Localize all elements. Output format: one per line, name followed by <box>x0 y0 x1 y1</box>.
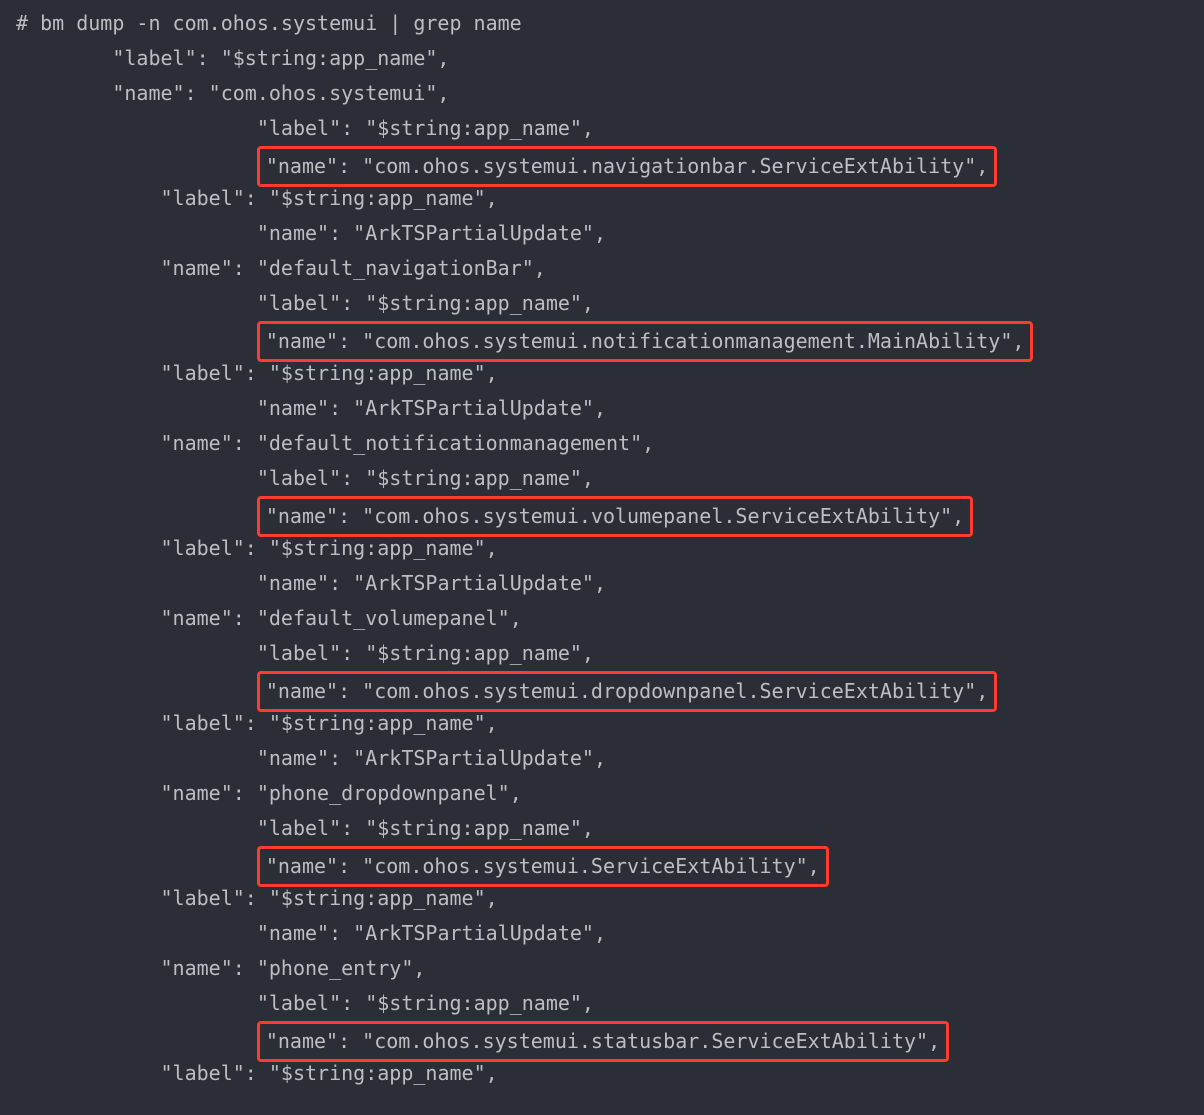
output-text: "label": "$string:app_name", <box>257 991 594 1015</box>
terminal-line: "name": "com.ohos.systemui.statusbar.Ser… <box>0 1021 1204 1056</box>
output-text: "name": "com.ohos.systemui", <box>112 81 449 105</box>
terminal-line: "name": "com.ohos.systemui.notificationm… <box>0 321 1204 356</box>
terminal-line: "name": "phone_dropdownpanel", <box>0 776 1204 811</box>
output-text: "name": "phone_entry", <box>161 956 426 980</box>
output-text: "name": "default_notificationmanagement"… <box>161 431 655 455</box>
output-text: "name": "default_navigationBar", <box>161 256 546 280</box>
output-text: "name": "ArkTSPartialUpdate", <box>257 746 606 770</box>
output-text: "label": "$string:app_name", <box>257 816 594 840</box>
output-text: "label": "$string:app_name", <box>257 641 594 665</box>
terminal-line: "name": "default_notificationmanagement"… <box>0 426 1204 461</box>
command-line: # bm dump -n com.ohos.systemui | grep na… <box>16 11 522 35</box>
terminal-line: "label": "$string:app_name", <box>0 461 1204 496</box>
terminal-line: "label": "$string:app_name", <box>0 986 1204 1021</box>
terminal-line: "name": "ArkTSPartialUpdate", <box>0 566 1204 601</box>
output-text: "name": "ArkTSPartialUpdate", <box>257 221 606 245</box>
terminal-line: "label": "$string:app_name", <box>0 286 1204 321</box>
terminal-line: "name": "com.ohos.systemui.navigationbar… <box>0 146 1204 181</box>
terminal-line: "name": "phone_entry", <box>0 951 1204 986</box>
terminal-line: "name": "default_navigationBar", <box>0 251 1204 286</box>
output-text: "label": "$string:app_name", <box>257 291 594 315</box>
output-text: "label": "$string:app_name", <box>112 46 449 70</box>
output-text: "label": "$string:app_name", <box>161 1061 498 1085</box>
terminal-line: "label": "$string:app_name", <box>0 41 1204 76</box>
output-text: "label": "$string:app_name", <box>257 116 594 140</box>
output-text: "name": "ArkTSPartialUpdate", <box>257 921 606 945</box>
terminal-line: "name": "ArkTSPartialUpdate", <box>0 391 1204 426</box>
terminal-output: # bm dump -n com.ohos.systemui | grep na… <box>0 0 1204 1091</box>
output-text: "label": "$string:app_name", <box>161 886 498 910</box>
terminal-line: "name": "com.ohos.systemui.dropdownpanel… <box>0 671 1204 706</box>
output-text: "name": "ArkTSPartialUpdate", <box>257 571 606 595</box>
terminal-line: # bm dump -n com.ohos.systemui | grep na… <box>0 6 1204 41</box>
terminal-line: "name": "ArkTSPartialUpdate", <box>0 216 1204 251</box>
output-text: "label": "$string:app_name", <box>161 186 498 210</box>
terminal-line: "name": "ArkTSPartialUpdate", <box>0 916 1204 951</box>
terminal-line: "label": "$string:app_name", <box>0 111 1204 146</box>
output-text: "name": "default_volumepanel", <box>161 606 522 630</box>
terminal-line: "label": "$string:app_name", <box>0 636 1204 671</box>
output-text: "label": "$string:app_name", <box>257 466 594 490</box>
terminal-line: "name": "ArkTSPartialUpdate", <box>0 741 1204 776</box>
terminal-line: "label": "$string:app_name", <box>0 811 1204 846</box>
output-text: "label": "$string:app_name", <box>161 536 498 560</box>
terminal-line: "name": "default_volumepanel", <box>0 601 1204 636</box>
output-text: "name": "ArkTSPartialUpdate", <box>257 396 606 420</box>
terminal-line: "name": "com.ohos.systemui.ServiceExtAbi… <box>0 846 1204 881</box>
terminal-line: "name": "com.ohos.systemui", <box>0 76 1204 111</box>
output-text: "label": "$string:app_name", <box>161 361 498 385</box>
terminal-line: "name": "com.ohos.systemui.volumepanel.S… <box>0 496 1204 531</box>
output-text: "label": "$string:app_name", <box>161 711 498 735</box>
output-text: "name": "phone_dropdownpanel", <box>161 781 522 805</box>
